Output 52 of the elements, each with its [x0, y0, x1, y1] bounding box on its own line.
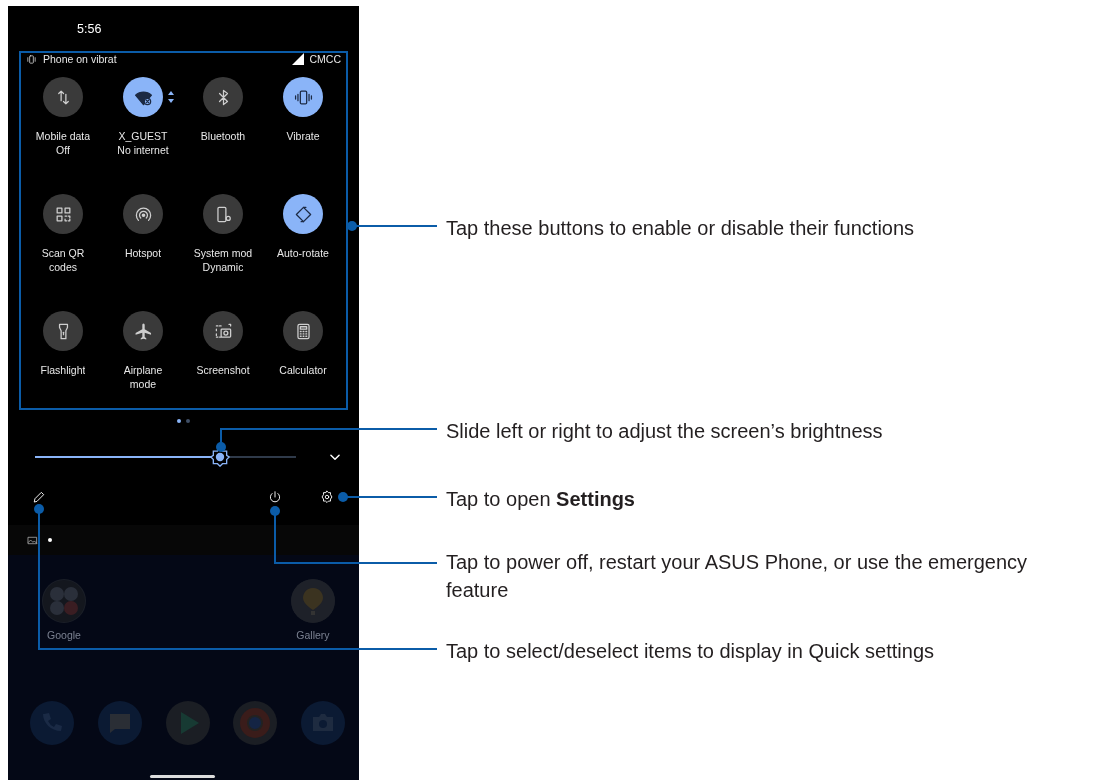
tile-label: Auto-rotate — [277, 246, 329, 260]
screenshot-icon — [213, 321, 233, 341]
carrier-name: CMCC — [309, 53, 341, 65]
tile-button[interactable] — [123, 311, 163, 351]
settings-icon[interactable] — [320, 490, 334, 504]
tile-label: Calculator — [279, 363, 327, 377]
navigation-handle[interactable] — [150, 775, 215, 778]
tile-button[interactable] — [43, 77, 83, 117]
tile-label: X_GUEST — [118, 129, 168, 143]
callout-text: Slide left or right to adjust the screen’s brightness — [446, 419, 884, 444]
status-time: 5:56 — [77, 22, 102, 36]
tile-button[interactable] — [283, 194, 323, 234]
app-label: Gallery — [296, 629, 330, 641]
tile-status: Dynamic — [202, 260, 244, 274]
tile-label: Vibrate — [286, 129, 320, 143]
tile-button[interactable] — [203, 311, 243, 351]
page-dot[interactable] — [177, 419, 181, 423]
tile-label: Airplane — [123, 363, 163, 377]
power-icon[interactable] — [268, 490, 282, 504]
callout-text: Tap to open Settings — [446, 487, 636, 512]
tile-status: mode — [129, 377, 157, 391]
tile-label: Flashlight — [40, 363, 86, 377]
callout-text: Tap these buttons to enable or disable their functions — [446, 216, 916, 241]
tile-label: Hotspot — [124, 246, 162, 260]
tile-label: Mobile data — [35, 129, 91, 143]
tile-button[interactable] — [123, 194, 163, 234]
tile-label: Bluetooth — [200, 129, 246, 143]
tile-button[interactable] — [203, 77, 243, 117]
tile-status: Off — [56, 143, 70, 157]
vibrate-icon — [26, 53, 37, 65]
rotate-icon — [293, 204, 313, 224]
expand-arrows-icon[interactable] — [168, 90, 174, 104]
signal-icon — [291, 53, 304, 65]
tile-status: codes — [49, 260, 77, 274]
airplane-icon — [133, 321, 153, 341]
app-label: Google — [47, 629, 81, 641]
tile-label: System mod — [193, 246, 253, 260]
notice-text: Phone on vibrat — [43, 53, 117, 65]
tile-label: Screenshot — [196, 363, 250, 377]
tile-button[interactable] — [203, 194, 243, 234]
image-icon — [27, 534, 38, 546]
callout-text: Tap to power off, restart your ASUS Phone, or use the emergency feature — [446, 550, 1029, 603]
tile-button[interactable] — [43, 311, 83, 351]
page-dot[interactable] — [186, 419, 190, 423]
dot-icon — [48, 538, 52, 542]
tile-button[interactable] — [283, 77, 323, 117]
tile-status: No internet — [117, 143, 169, 157]
tile-button[interactable] — [283, 311, 323, 351]
pencil-icon[interactable] — [32, 490, 46, 504]
tile-label: Scan QR — [41, 246, 85, 260]
tile-button[interactable] — [43, 194, 83, 234]
callout-text: Tap to select/deselect items to display in Quick settings — [446, 639, 935, 664]
